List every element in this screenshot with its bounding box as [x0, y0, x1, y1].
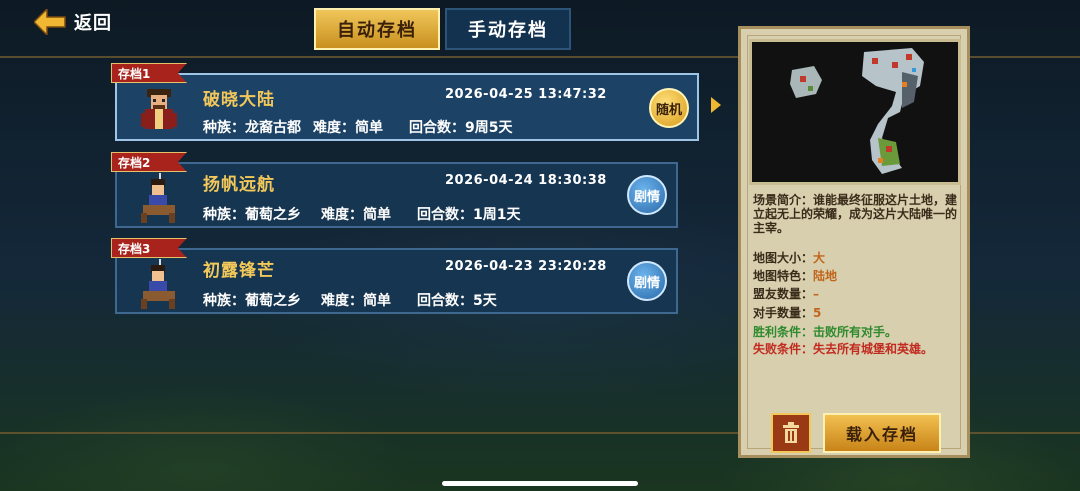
random-badge: 随机: [649, 88, 689, 128]
save-slot-1[interactable]: 存档1 破晓大陆 2026-04-25 13:47:32 种族：龙裔古都 难度：简…: [111, 63, 699, 141]
opponents-row: 对手数量：5: [753, 304, 821, 321]
save-race: 种族：葡萄之乡: [203, 207, 301, 223]
tab-manual-save[interactable]: 手动存档: [445, 8, 571, 50]
save-time: 2026-04-23 23:20:28: [445, 259, 607, 274]
map-size-row: 地图大小：大: [753, 249, 825, 266]
story-badge: 剧情: [627, 175, 667, 215]
allies-value: –: [813, 287, 820, 301]
lose-condition: 失败条件：失去所有城堡和英雄。: [753, 342, 934, 356]
save-turns: 回合数：1周1天: [417, 207, 521, 223]
save-time: 2026-04-25 13:47:32: [445, 87, 607, 102]
delete-save-button[interactable]: [771, 413, 811, 453]
selection-arrow-icon: [711, 97, 721, 113]
home-indicator[interactable]: [442, 481, 638, 486]
map-feature-row: 地图特色：陆地: [753, 267, 837, 284]
save-race: 种族：龙裔古都: [203, 120, 301, 136]
map-size-label: 地图大小：: [753, 251, 814, 265]
opponents-value: 5: [813, 306, 822, 320]
hero-avatar-icon: [141, 259, 175, 309]
hero-avatar-icon: [141, 173, 175, 223]
save-slot-3[interactable]: 存档3 初露锋芒 2026-04-23 23:20:28 种族：葡萄之乡 难度：简…: [111, 238, 678, 314]
opponents-label: 对手数量：: [753, 306, 814, 320]
load-save-button[interactable]: 载入存档: [823, 413, 941, 453]
story-badge: 剧情: [627, 261, 667, 301]
save-difficulty: 难度：简单: [313, 120, 383, 136]
allies-label: 盟友数量：: [753, 287, 814, 301]
trash-icon: [783, 422, 799, 443]
save-slot-2[interactable]: 存档2 扬帆远航 2026-04-24 18:30:38 种族：葡萄之乡 难度：简…: [111, 152, 678, 228]
save-turns: 回合数：9周5天: [409, 120, 513, 136]
save-turns: 回合数：5天: [417, 293, 497, 309]
save-info: 种族：龙裔古都 难度：简单 回合数：9周5天: [203, 117, 524, 137]
minimap-terrain: [752, 42, 958, 182]
hero-avatar-icon: [141, 89, 177, 129]
back-arrow-icon: [34, 9, 66, 35]
scenario-description: 场景简介：谁能最终征服这片土地，建立起无上的荣耀，成为这片大陆唯一的主宰。: [753, 193, 958, 235]
save-name: 破晓大陆: [203, 90, 275, 110]
save-difficulty: 难度：简单: [321, 207, 391, 223]
win-condition: 胜利条件：击败所有对手。: [753, 325, 898, 339]
minimap: [749, 39, 961, 185]
scenario-detail-panel: 场景简介：谁能最终征服这片土地，建立起无上的荣耀，成为这片大陆唯一的主宰。 地图…: [738, 26, 970, 458]
map-feature-label: 地图特色：: [753, 269, 814, 283]
save-info: 种族：葡萄之乡 难度：简单 回合数：1周1天: [203, 204, 532, 224]
save-tag: 存档1: [111, 63, 187, 83]
map-feature-value: 陆地: [813, 269, 838, 283]
back-label: 返回: [74, 13, 112, 34]
save-name: 扬帆远航: [203, 175, 275, 195]
save-tag: 存档3: [111, 238, 187, 258]
map-size-value: 大: [813, 251, 826, 265]
save-tag: 存档2: [111, 152, 187, 172]
save-info: 种族：葡萄之乡 难度：简单 回合数：5天: [203, 290, 509, 310]
save-name: 初露锋芒: [203, 261, 275, 281]
save-race: 种族：葡萄之乡: [203, 293, 301, 309]
save-time: 2026-04-24 18:30:38: [445, 173, 607, 188]
allies-row: 盟友数量：–: [753, 285, 819, 302]
back-button[interactable]: 返回: [34, 9, 112, 35]
save-difficulty: 难度：简单: [321, 293, 391, 309]
tab-auto-save[interactable]: 自动存档: [314, 8, 440, 50]
